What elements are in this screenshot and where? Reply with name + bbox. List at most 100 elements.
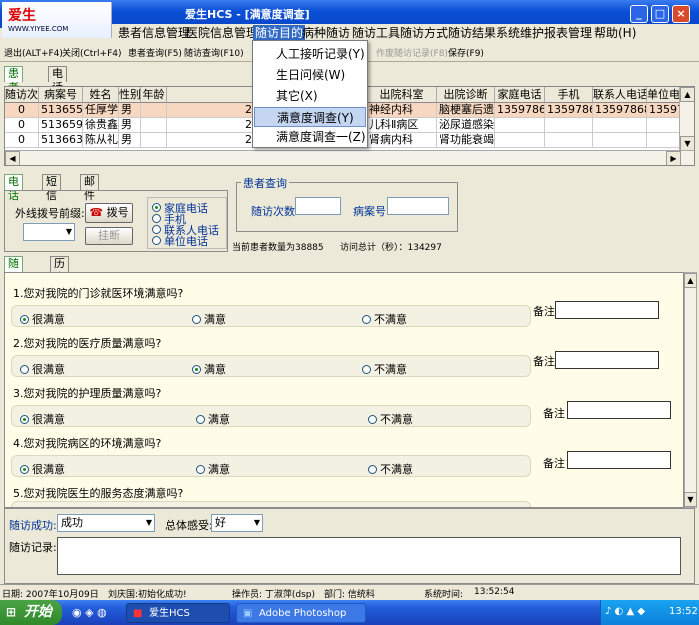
col-visits[interactable]: 随访次数 [5, 87, 39, 103]
visits-input[interactable] [295, 197, 341, 215]
status-systime: 13:52:54 [474, 587, 515, 597]
success-select[interactable]: 成功 ▼ [57, 514, 155, 532]
hangup-button[interactable]: 挂断 [85, 227, 133, 245]
tab-patient-info[interactable]: 患者信息 [4, 66, 23, 122]
task-aisheng-hcs[interactable]: ■ 爱生HCS [126, 603, 230, 623]
maximize-button[interactable]: □ [651, 5, 669, 23]
col-home-phone[interactable]: 家庭电话 [495, 87, 545, 103]
close-tab-button[interactable]: 关闭(Ctrl+F4) [62, 46, 121, 59]
close-button[interactable]: × [672, 5, 690, 23]
questions-scrollbar[interactable]: ▲ ▼ [684, 272, 697, 508]
q1-remark-input[interactable] [555, 301, 659, 319]
q1-option-satisfied[interactable]: 满意 [192, 311, 226, 327]
q3-option-very-satisfied[interactable]: 很满意 [20, 411, 65, 427]
cell: 肾功能衰竭,尿路 [437, 133, 495, 148]
menu-followup-result[interactable]: 随访结果 [446, 25, 498, 42]
radio-contact-phone[interactable] [152, 225, 161, 234]
col-diagnosis[interactable]: 出院诊断 [437, 87, 495, 103]
cell: 13597868303 [593, 103, 647, 118]
menu-reports[interactable]: 报表管理 [542, 25, 594, 42]
q3-remark-input[interactable] [567, 401, 671, 419]
radio-mobile[interactable] [152, 214, 161, 223]
scroll-right-icon[interactable]: ▶ [666, 151, 681, 165]
status-date: 日期: 2007年10月09日 [2, 590, 99, 600]
q3-option-unsatisfied[interactable]: 不满意 [368, 411, 413, 427]
q2-option-satisfied[interactable]: 满意 [192, 361, 226, 377]
question-1-options: 很满意 满意 不满意 [11, 305, 531, 327]
patient-query-button[interactable]: 患者查询(F5) [128, 46, 182, 59]
menu-help[interactable]: 帮助(H) [592, 25, 638, 42]
col-case-no[interactable]: 病案号 [39, 87, 83, 103]
radio-icon [362, 365, 371, 374]
menu-followup-method[interactable]: 随访方式 [398, 25, 450, 42]
tab-followup-result[interactable]: 随访结果 [4, 256, 23, 312]
scroll-up-icon[interactable]: ▲ [680, 87, 694, 102]
cell [647, 118, 681, 133]
q2-remark-input[interactable] [555, 351, 659, 369]
status-operator: 操作员: 丁淑萍(dsp) [232, 590, 316, 600]
exit-button[interactable]: 退出(ALT+F4) [4, 46, 63, 59]
feeling-select[interactable]: 好 ▼ [211, 514, 263, 532]
q1-option-unsatisfied[interactable]: 不满意 [362, 311, 407, 327]
q2-option-very-satisfied[interactable]: 很满意 [20, 361, 65, 377]
success-value: 成功 [61, 516, 83, 529]
scroll-down-icon[interactable]: ▼ [680, 136, 694, 151]
radio-icon [192, 365, 201, 374]
tab-phonebook[interactable]: 电话簿 [48, 66, 67, 108]
tray-icons[interactable]: ♪ ◐ ▲ ◆ [605, 606, 645, 617]
status-login: 刘庆国:初始化成功! [108, 590, 187, 600]
save-button[interactable]: 保存(F9) [448, 46, 484, 59]
q4-remark-input[interactable] [567, 451, 671, 469]
photoshop-icon: ▣ [243, 608, 253, 619]
scroll-down-icon[interactable]: ▼ [684, 492, 697, 507]
tab-sms[interactable]: 短信 [42, 174, 61, 202]
radio-home-phone[interactable] [152, 203, 161, 212]
q4-option-satisfied[interactable]: 满意 [196, 461, 230, 477]
q3-option-satisfied[interactable]: 满意 [196, 411, 230, 427]
case-no-input[interactable] [387, 197, 449, 215]
menu-satisfaction-survey-one[interactable]: 满意度调查一(Z) [254, 127, 366, 147]
grid-horizontal-scrollbar[interactable]: ◀ ▶ [5, 150, 694, 165]
menu-patient-info[interactable]: 患者信息管理 [116, 25, 192, 42]
taskbar: ⊞ 开始 ◉ ◈ ◍ ■ 爱生HCS ▣ Adobe Photoshop ♪ ◐ ▲ … [0, 600, 699, 625]
status-bar: 日期: 2007年10月09日 刘庆国:初始化成功! 操作员: 丁淑萍(dsp)… [0, 584, 699, 600]
quicklaunch-icons[interactable]: ◉ ◈ ◍ [72, 606, 107, 619]
scroll-up-icon[interactable]: ▲ [684, 273, 697, 288]
menu-other[interactable]: 其它(X) [254, 86, 366, 106]
menu-birthday-greeting[interactable]: 生日问候(W) [254, 65, 366, 85]
patient-query-group: 患者查询 随访次数 病案号 [236, 175, 458, 232]
col-work-phone[interactable]: 单位电 [647, 87, 681, 103]
void-record-button[interactable]: 作废随访记录(F8) [376, 46, 448, 59]
dial-button[interactable]: ☎ 拨号 [85, 203, 133, 223]
tab-followup-history[interactable]: 历史随访 [50, 256, 69, 312]
q2-remark-label: 备注 [533, 355, 555, 368]
q4-option-unsatisfied[interactable]: 不满意 [368, 461, 413, 477]
grid-vertical-scrollbar[interactable]: ▲ ▼ [679, 87, 694, 151]
dial-panel: 外线拨号前缀: ▼ ☎ 拨号 挂断 家庭电话 手机 联系人电话 单位电话 [4, 190, 228, 252]
menu-manual-answer-record[interactable]: 人工接听记录(Y) [254, 44, 366, 64]
col-name[interactable]: 姓名 [83, 87, 119, 103]
q4-option-very-satisfied[interactable]: 很满意 [20, 461, 65, 477]
start-button[interactable]: ⊞ 开始 [0, 600, 62, 625]
radio-icon [196, 465, 205, 474]
col-sex[interactable]: 性别 [119, 87, 141, 103]
minimize-button[interactable]: _ [630, 5, 648, 23]
cell: 513663 [39, 133, 83, 148]
menu-system[interactable]: 系统维护 [494, 25, 546, 42]
col-discharge-dept[interactable]: 出院科室 [367, 87, 437, 103]
tab-phone[interactable]: 电话 [4, 174, 23, 202]
radio-work-phone[interactable] [152, 236, 161, 245]
col-contact-phone[interactable]: 联系人电话 [593, 87, 647, 103]
task-photoshop[interactable]: ▣ Adobe Photoshop [236, 603, 366, 623]
followup-query-button[interactable]: 随访查询(F10) [184, 46, 244, 59]
dial-prefix-select[interactable]: ▼ [23, 223, 75, 241]
col-mobile[interactable]: 手机 [545, 87, 593, 103]
menu-satisfaction-survey[interactable]: 满意度调查(Y) [254, 107, 366, 127]
scroll-left-icon[interactable]: ◀ [5, 151, 20, 165]
menu-hospital-info[interactable]: 医院信息管理 [184, 25, 260, 42]
tab-email[interactable]: 邮件 [80, 174, 99, 202]
q1-option-very-satisfied[interactable]: 很满意 [20, 311, 65, 327]
record-textarea[interactable] [57, 537, 681, 575]
q2-option-unsatisfied[interactable]: 不满意 [362, 361, 407, 377]
col-age[interactable]: 年龄 [141, 87, 167, 103]
